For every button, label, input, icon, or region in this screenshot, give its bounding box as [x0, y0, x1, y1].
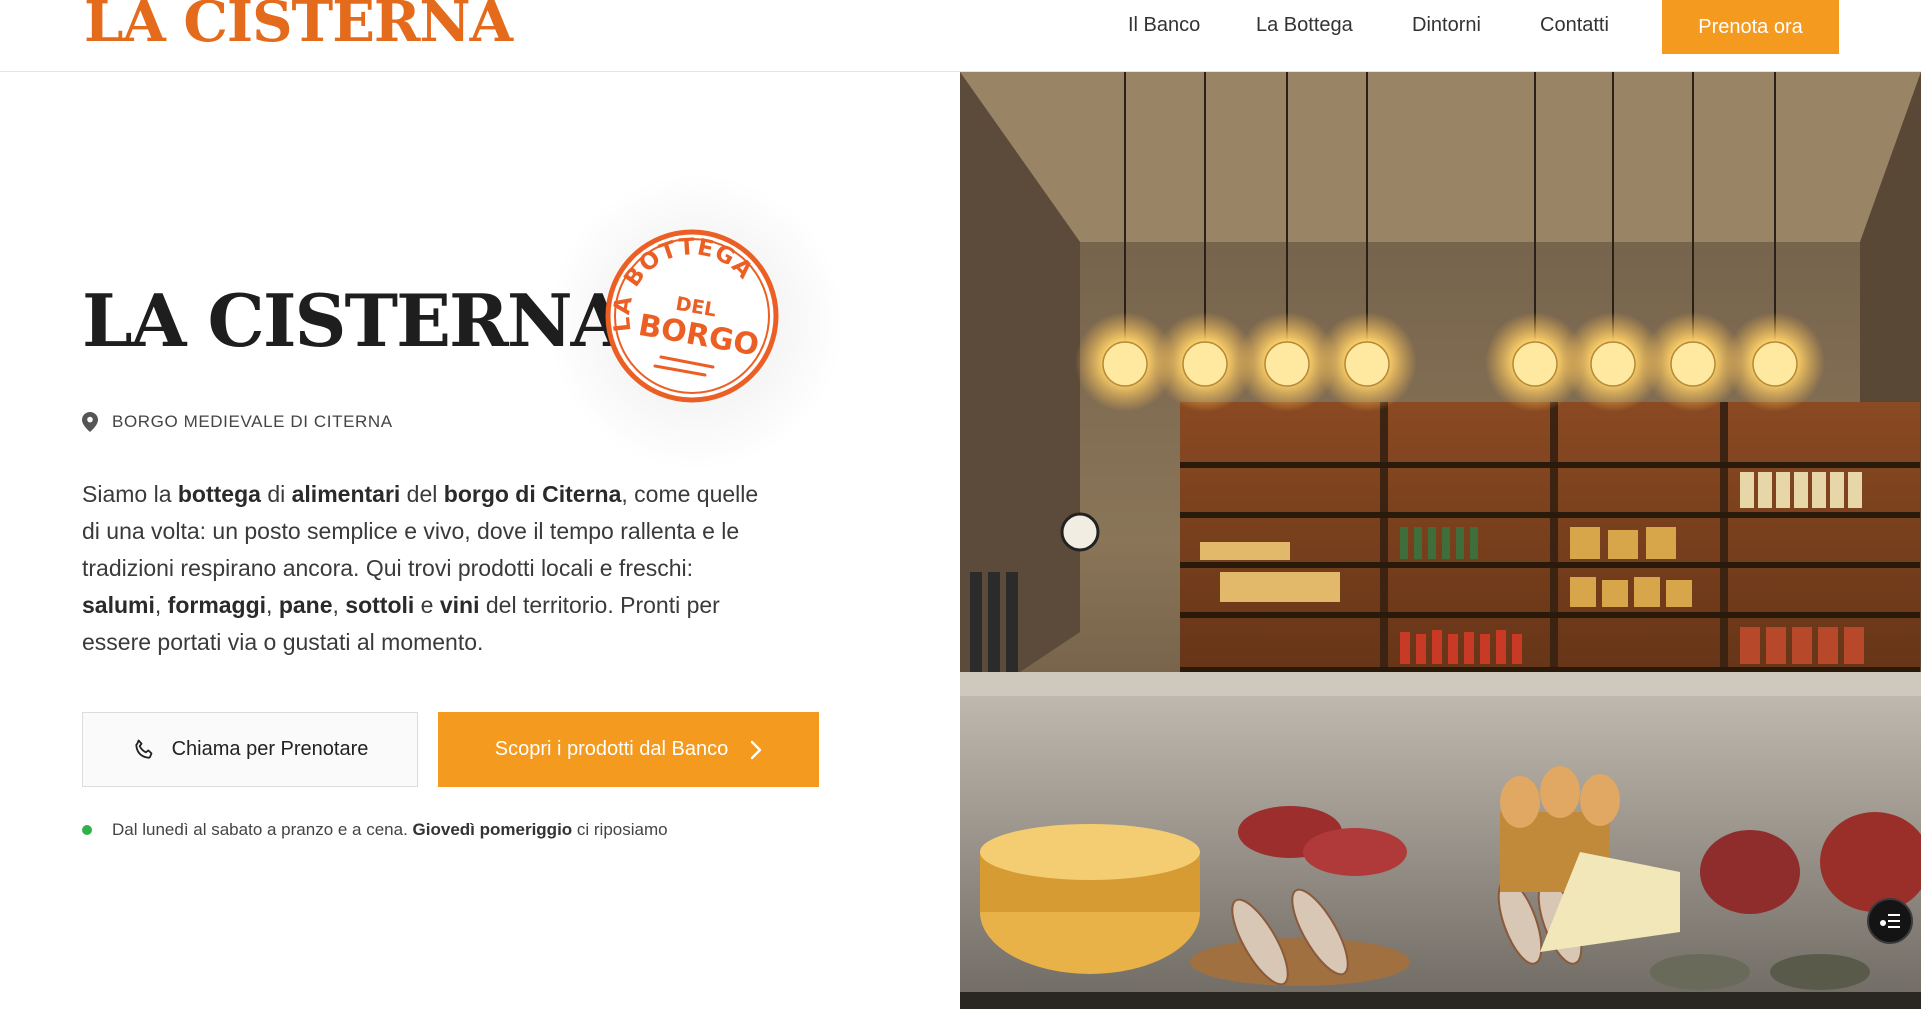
description-highlight: borgo di Citerna — [443, 481, 622, 507]
nav-link-dintorni[interactable]: Dintorni — [1412, 14, 1481, 37]
site-header: LA CISTERNA Il Banco La Bottega Dintorni… — [0, 0, 1921, 72]
location-text: BORGO MEDIEVALE DI CITERNA — [112, 412, 393, 431]
location: BORGO MEDIEVALE DI CITERNA — [82, 412, 393, 432]
call-to-book-label: Chiama per Prenotare — [171, 738, 369, 760]
open-status-dot — [82, 825, 92, 835]
opening-hours-text: Dal lunedì al sabato a pranzo e a cena. … — [112, 820, 668, 839]
description-highlight: bottega — [177, 481, 261, 507]
description-text: , — [154, 592, 168, 618]
bottega-del-borgo-stamp: LA BOTTEGA DEL BORGO — [605, 229, 779, 403]
description-highlight: alimentari — [291, 481, 401, 507]
accessibility-menu-icon — [1880, 914, 1900, 928]
description-highlight: sottoli — [345, 592, 415, 618]
description-text: Siamo la — [82, 481, 178, 507]
description-text: del — [400, 481, 444, 507]
discover-products-label: Scopri i prodotti dal Banco — [494, 738, 729, 760]
opening-hours: Dal lunedì al sabato a pranzo e a cena. … — [82, 820, 668, 840]
description-text: , — [266, 592, 279, 618]
phone-icon — [134, 739, 153, 759]
description-highlight: pane — [278, 592, 333, 618]
description-text: e — [414, 592, 440, 618]
shop-interior-illustration — [960, 72, 1921, 1009]
shop-interior-photo — [960, 72, 1921, 1009]
description-highlight: formaggi — [167, 592, 267, 618]
description-highlight: vini — [439, 592, 480, 618]
book-now-button[interactable]: Prenota ora — [1662, 0, 1839, 54]
description-text: di — [260, 481, 292, 507]
nav-link-il-banco[interactable]: Il Banco — [1128, 14, 1200, 37]
location-pin-icon — [82, 412, 98, 432]
hero-description: Siamo la bottega di alimentari del borgo… — [82, 476, 762, 661]
hero-title: LA CISTERNA — [82, 278, 627, 363]
discover-products-button[interactable]: Scopri i prodotti dal Banco — [438, 712, 819, 787]
accessibility-menu-button[interactable] — [1867, 898, 1913, 944]
chevron-right-icon — [751, 740, 762, 759]
description-highlight: salumi — [82, 592, 155, 618]
description-text: , — [332, 592, 346, 618]
logo[interactable]: LA CISTERNA — [84, 0, 513, 50]
nav-link-contatti[interactable]: Contatti — [1540, 14, 1609, 37]
nav-link-la-bottega[interactable]: La Bottega — [1256, 14, 1353, 37]
call-to-book-button[interactable]: Chiama per Prenotare — [82, 712, 418, 787]
